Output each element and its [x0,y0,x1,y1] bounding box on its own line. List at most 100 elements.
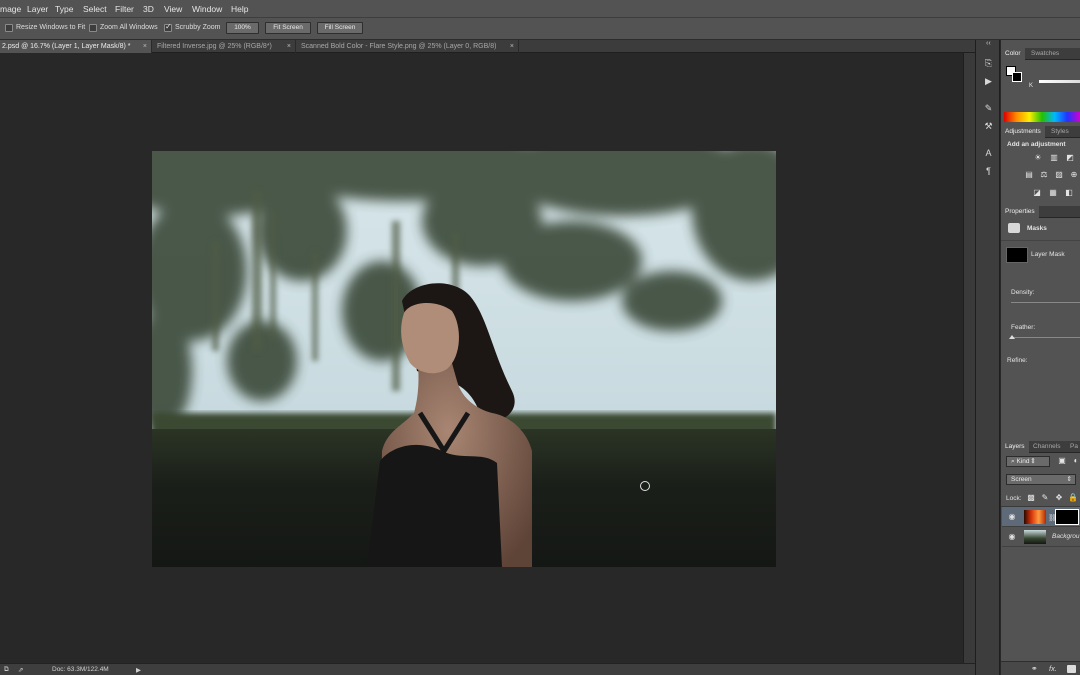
options-bar: Resize Windows to Fit Zoom All Windows S… [0,18,1080,40]
tool-presets-icon[interactable]: ⚒ [982,120,995,132]
feather-slider-thumb[interactable] [1009,335,1015,339]
layer-thumbnail [1024,510,1046,524]
lock-label: Lock: [1006,495,1022,502]
actions-play-icon[interactable]: ▶ [982,75,995,87]
layer-filter-kind-select[interactable]: ⌕ Kind ⇕ [1006,456,1050,467]
color-panel-header: Color Swatches [1001,48,1080,60]
menu-image[interactable]: mage [0,4,21,14]
fit-screen-button[interactable]: Fit Screen [265,22,311,34]
threshold-icon[interactable]: ▦ [1048,188,1058,198]
curves-icon[interactable]: ◩ [1065,153,1075,163]
menu-bar: mage Layer Type Select Filter 3D View Wi… [0,0,1080,18]
layer-mask-thumbnail[interactable] [1055,509,1079,525]
tab-properties[interactable]: Properties [1001,206,1039,218]
k-slider[interactable] [1039,80,1080,83]
fill-screen-button[interactable]: Fill Screen [317,22,363,34]
filter-adjustment-icon[interactable]: ◐ [1071,456,1080,466]
status-bar: ⧉ ⇗ Doc: 63.3M/122.4M ▶ [0,663,975,675]
menu-layer[interactable]: Layer [27,4,48,14]
black-white-icon[interactable]: ▨ [1054,170,1064,180]
properties-panel-header: Properties [1001,206,1080,218]
invert-icon[interactable]: ◪ [1032,188,1042,198]
menu-filter[interactable]: Filter [115,4,134,14]
levels-icon[interactable]: ▥ [1049,153,1059,163]
layer-mask-thumbnail[interactable] [1006,247,1028,263]
photo-filter-icon[interactable]: ⊕ [1069,170,1079,180]
tab-close-icon[interactable]: × [510,40,514,53]
tab-document-1[interactable]: 2.psd @ 16.7% (Layer 1, Layer Mask/8) * … [0,40,152,53]
add-adjustment-label: Add an adjustment [1007,141,1066,148]
tab-styles[interactable]: Styles [1047,126,1073,138]
brightness-icon[interactable]: ☀ [1033,153,1043,163]
zoom-100-button[interactable]: 100% [226,22,259,34]
density-label: Density: [1011,289,1035,296]
tab-layers[interactable]: Layers [1001,441,1029,453]
link-icon[interactable]: ⚭ [1031,664,1038,673]
status-icon[interactable]: ⧉ [4,666,9,674]
tab-close-icon[interactable]: × [287,40,291,53]
tab-document-2[interactable]: Filtered Inverse.jpg @ 25% (RGB/8*) × [153,40,296,53]
zoom-all-checkbox[interactable] [89,24,97,32]
lock-all-icon[interactable]: 🔒 [1068,493,1078,503]
tab-swatches[interactable]: Swatches [1027,48,1063,60]
kind-select-value: Kind [1016,458,1030,465]
tab-document-3[interactable]: Scanned Bold Color - Flare Style.png @ 2… [297,40,519,53]
lock-position-icon[interactable]: ✥ [1054,493,1064,503]
resize-windows-checkbox[interactable] [5,24,13,32]
tab-channels[interactable]: Channels [1029,441,1064,453]
collapse-icon[interactable]: ‹‹ [986,40,991,47]
visibility-eye-icon[interactable]: ◉ [1006,512,1018,522]
history-icon[interactable]: ⎘ [982,57,995,69]
layers-panel-header: Layers Channels Pa [1001,441,1080,453]
paragraph-icon[interactable]: ¶ [982,165,995,177]
feather-slider[interactable] [1011,337,1080,338]
color-spectrum[interactable] [1004,112,1080,122]
visibility-eye-icon[interactable]: ◉ [1006,532,1018,542]
scrubby-zoom-checkbox[interactable] [164,22,172,32]
blend-mode-select[interactable]: Screen ⇕ [1006,474,1076,485]
tab-adjustments[interactable]: Adjustments [1001,126,1045,138]
tab-color[interactable]: Color [1001,48,1025,60]
tab-close-icon[interactable]: × [143,40,147,53]
lock-pixels-icon[interactable]: ✎ [1040,493,1050,503]
lock-transparent-icon[interactable]: ▩ [1026,493,1036,503]
layer-name: Backgrou [1052,533,1080,540]
menu-type[interactable]: Type [55,4,73,14]
layer-row-background[interactable]: ◉ Backgrou [1002,527,1080,547]
photo-artwork [152,151,776,567]
scrubby-zoom-label: Scrubby Zoom [175,24,221,31]
status-menu-arrow-icon[interactable]: ▶ [136,666,141,674]
document-image[interactable] [152,151,776,567]
layer-mask-label: Layer Mask [1031,251,1065,258]
menu-window[interactable]: Window [192,4,222,14]
tab-label: 2.psd @ 16.7% (Layer 1, Layer Mask/8) * [2,43,131,50]
export-icon[interactable]: ⇗ [18,666,23,674]
tab-paths[interactable]: Pa [1066,441,1080,453]
doc-size-text: Doc: 63.3M/122.4M [52,666,109,673]
blend-mode-value: Screen [1011,476,1032,483]
density-slider[interactable] [1011,302,1080,303]
character-icon[interactable]: A [982,147,995,159]
refine-label: Refine: [1007,357,1028,364]
zoom-all-label: Zoom All Windows [100,24,158,31]
menu-3d[interactable]: 3D [143,4,154,14]
divider [1001,240,1080,241]
menu-view[interactable]: View [164,4,182,14]
menu-select[interactable]: Select [83,4,107,14]
menu-help[interactable]: Help [231,4,248,14]
document-canvas[interactable] [0,53,963,663]
color-balance-icon[interactable]: ⚖ [1039,170,1049,180]
panel-tool-strip: ‹‹ ⎘ ▶ ✎ ⚒ A ¶ [975,40,1000,675]
background-color-swatch[interactable] [1012,72,1022,82]
gradient-map-icon[interactable]: ◧ [1064,188,1074,198]
layer-row-layer-1[interactable]: ◉ ⛓ [1002,507,1080,527]
fx-icon[interactable]: fx. [1049,664,1057,673]
vibrance-icon[interactable]: ▤ [1024,170,1034,180]
blend-mode-arrow-icon: ⇕ [1066,476,1072,483]
brush-preset-icon[interactable]: ✎ [982,102,995,114]
resize-windows-label: Resize Windows to Fit [16,24,86,31]
k-label: K [1029,83,1034,89]
filter-pixel-icon[interactable]: ▣ [1057,456,1067,466]
vertical-scrollbar[interactable] [963,53,975,663]
add-mask-icon[interactable] [1067,665,1076,673]
